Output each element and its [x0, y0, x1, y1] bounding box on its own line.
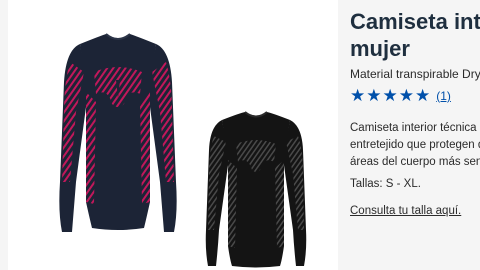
product-title-line1: Camiseta inter	[350, 9, 480, 34]
star-icon: ★	[382, 86, 398, 105]
description-line: áreas del cuerpo más sensib	[350, 156, 480, 168]
navy-pink-shirt-icon	[59, 33, 177, 232]
rating-stars[interactable]: ★ ★ ★ ★ ★ (1)	[350, 87, 451, 105]
product-image-black-shirt[interactable]	[204, 110, 308, 270]
product-description: Camiseta interior técnica pa entretejido…	[350, 120, 480, 171]
product-image-gallery[interactable]	[8, 0, 338, 270]
product-info-panel: Camiseta inter mujer Material transpirab…	[350, 0, 480, 270]
description-line: entretejido que protegen de	[350, 139, 480, 151]
rating-count-link[interactable]: (1)	[436, 89, 451, 103]
product-subtitle: Material transpirable DryAct	[350, 67, 480, 81]
product-title-line2: mujer	[350, 36, 410, 61]
product-title: Camiseta inter mujer	[350, 8, 480, 62]
available-sizes: Tallas: S - XL.	[350, 178, 421, 190]
star-icon: ★	[350, 86, 366, 105]
star-icon: ★	[366, 86, 382, 105]
star-icon: ★	[398, 86, 414, 105]
product-image-navy-pink-shirt[interactable]	[58, 32, 178, 242]
size-guide-link[interactable]: Consulta tu talla aquí.	[350, 205, 461, 217]
star-icon: ★	[415, 86, 431, 105]
black-shirt-icon	[205, 111, 307, 268]
description-line: Camiseta interior técnica pa	[350, 122, 480, 134]
